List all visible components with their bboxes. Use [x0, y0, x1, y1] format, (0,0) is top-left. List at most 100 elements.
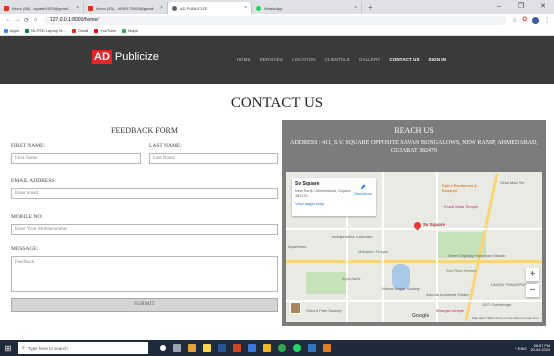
site-logo[interactable]: AD Publicize [92, 50, 159, 64]
apps-grid-icon [4, 28, 8, 33]
zoom-in-button[interactable]: + [526, 268, 539, 281]
last-name-input[interactable]: Last Name [149, 153, 278, 164]
tab-gmail-1[interactable]: Inbox (58) - tcpatel1923@gmail.com × [0, 2, 84, 14]
feedback-form: FEEDBACK FORM FIRST NAME: LAST NAME: Fir… [9, 120, 280, 320]
reach-us-panel: REACH US ADDRESS : 411, S.V. SQUARE OPPO… [282, 120, 546, 326]
task-view-icon[interactable] [160, 345, 166, 351]
nav-location[interactable]: LOCATION [292, 57, 315, 62]
last-name-label: LAST NAME: [149, 143, 182, 149]
reload-icon[interactable]: ⟳ [22, 17, 31, 24]
search-placeholder: Type here to search [27, 345, 68, 351]
bookmark-gmail[interactable]: Gmail [71, 28, 88, 33]
message-textarea[interactable]: Feedback [11, 256, 278, 292]
map-label: Apartment [288, 244, 307, 249]
store-icon[interactable] [173, 344, 181, 352]
photos-icon[interactable] [248, 344, 256, 352]
url-input[interactable]: 127.0.0.1:8000/home/ [44, 15, 506, 25]
window-controls: – ❐ ✕ [488, 0, 554, 14]
sticky-notes-icon[interactable] [203, 344, 211, 352]
close-icon[interactable]: × [354, 5, 357, 11]
close-icon[interactable]: × [76, 5, 79, 11]
place-address: New Ranip, Ahmedabad, Gujarat 382470 [295, 189, 351, 198]
map-info-card: Sv Square New Ranip, Ahmedabad, Gujarat … [292, 178, 376, 216]
back-arrow-icon[interactable]: ← [4, 17, 13, 23]
taskbar-apps [160, 344, 331, 352]
nav-sign-in[interactable]: SIGN IN [429, 57, 446, 62]
edge-icon[interactable] [308, 344, 316, 352]
windows-start-icon[interactable]: ⊞ [0, 340, 16, 356]
nav-home[interactable]: HOME [237, 57, 251, 62]
gmail-icon [71, 28, 76, 33]
toolbar-icons: ☆ O ⋮ [512, 16, 550, 24]
home-icon[interactable]: ⌂ [31, 17, 40, 23]
main-nav: HOME SERVICES LOCATION CLIENTELE GALLERY… [237, 57, 446, 62]
word-icon[interactable] [218, 344, 226, 352]
clock-date: 20-04-2020 [530, 348, 550, 352]
close-icon[interactable]: × [160, 5, 163, 11]
nav-services[interactable]: SERVICES [260, 57, 283, 62]
file-explorer-icon[interactable] [263, 344, 271, 352]
globe-icon [172, 5, 177, 11]
gmail-icon [88, 5, 93, 11]
profile-avatar-icon[interactable] [532, 16, 539, 24]
first-name-label: FIRST NAME: [11, 143, 45, 149]
wallet-icon[interactable] [188, 344, 196, 352]
whatsapp-icon [256, 5, 261, 11]
view-larger-map-link[interactable]: View larger map [295, 201, 373, 206]
taskbar-search-input[interactable]: ⌕ Type here to search [18, 342, 148, 354]
form-heading: FEEDBACK FORM [111, 126, 178, 135]
page-title: CONTACT US [230, 95, 324, 111]
kebab-menu-icon[interactable]: ⋮ [544, 17, 550, 24]
first-name-input[interactable]: First Name [11, 153, 141, 164]
mobile-input[interactable]: Enter Your Mobilenumber [11, 224, 278, 235]
bookmark-laptop[interactable]: NI-PSD Laptop M... [25, 28, 66, 33]
system-tray: ^ ENG 06:57 PM 20-04-2020 [515, 344, 554, 353]
street-view-pegman-icon[interactable] [290, 302, 301, 314]
new-tab-button[interactable]: + [362, 2, 379, 14]
tab-title: AD PUBLICIZE [180, 5, 208, 11]
map-label: Arbuda Industrial Estate [426, 292, 469, 297]
map-label: GST Overbridge [482, 302, 512, 307]
tab-ad-publicize[interactable]: AD PUBLICIZE × [168, 2, 252, 14]
clock[interactable]: 06:57 PM 20-04-2020 [531, 344, 550, 353]
star-icon[interactable]: ☆ [512, 17, 517, 24]
tab-title: Inbox (58) - tcpatel1923@gmail.com [12, 5, 75, 11]
nav-clientele[interactable]: CLIENTELE [325, 57, 350, 62]
close-icon[interactable]: × [244, 5, 247, 11]
forward-arrow-icon[interactable]: → [13, 17, 22, 23]
screen: Inbox (58) - tcpatel1923@gmail.com × Inb… [0, 0, 554, 356]
directions-icon: ⬈ [360, 184, 367, 191]
zoom-out-button[interactable]: − [526, 284, 539, 297]
logo-text: Publicize [114, 51, 159, 63]
mobile-label: MOBILE NO: [11, 214, 43, 220]
google-map[interactable]: Vinal Maa Ter Indraprastha 4 Ashram Maha… [286, 172, 542, 322]
map-label: Indraprastha 4 Ashram [332, 234, 373, 239]
google-logo: Google [412, 313, 430, 319]
powerpoint-icon[interactable] [233, 344, 241, 352]
whatsapp-icon[interactable] [293, 344, 301, 352]
email-input[interactable]: Enter email [11, 188, 278, 199]
bookmark-apps[interactable]: Apps [4, 28, 19, 33]
tab-gmail-2[interactable]: Inbox (53) - 4096173953@gmail × [84, 2, 168, 14]
tray-icons[interactable]: ^ ENG [515, 346, 527, 351]
submit-button[interactable]: SUBMIT [11, 298, 278, 312]
nav-contact-us[interactable]: CONTACT US [389, 57, 419, 62]
bookmark-youtube[interactable]: YouTube [94, 28, 116, 33]
directions-button[interactable]: ⬈ Directions [354, 183, 372, 196]
bookmark-maps[interactable]: Maps [121, 28, 138, 33]
close-window-button[interactable]: ✕ [532, 0, 554, 14]
restore-button[interactable]: ❐ [510, 0, 532, 14]
map-label: Oxford Park Society [306, 308, 342, 313]
map-poi: Bhargav temple [436, 308, 465, 313]
map-attribution[interactable]: Map data ©2020 Terms of Use Report a map… [472, 316, 539, 320]
address-text: ADDRESS : 411, S.V. SQUARE OPPOSITE SAVA… [290, 140, 538, 154]
tab-whatsapp[interactable]: WhatsApp × [252, 2, 362, 14]
minimize-button[interactable]: – [488, 0, 510, 14]
opera-icon[interactable]: O [522, 17, 527, 24]
paint-icon[interactable] [323, 344, 331, 352]
windows-taskbar: ⊞ ⌕ Type here to search ^ ENG 06:57 PM 2… [0, 340, 554, 356]
road [382, 172, 384, 322]
chrome-icon[interactable] [278, 344, 286, 352]
nav-gallery[interactable]: GALLERY [359, 57, 380, 62]
pin-label: Sv Square [423, 222, 446, 227]
